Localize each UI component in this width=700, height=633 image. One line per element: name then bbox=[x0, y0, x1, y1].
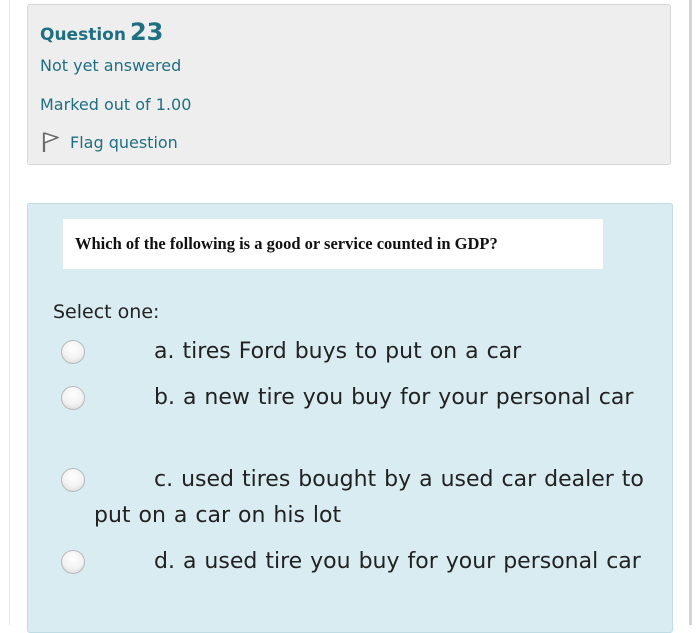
answer-option-b[interactable]: b. a new tire you buy for your personal … bbox=[58, 380, 648, 416]
answer-option-d[interactable]: d. a used tire you buy for your personal… bbox=[58, 544, 648, 580]
radio-unchecked-icon[interactable] bbox=[61, 550, 85, 574]
radio-unchecked-icon[interactable] bbox=[61, 468, 85, 492]
question-heading: Question 23 bbox=[40, 18, 163, 46]
question-info-panel: Question 23 Not yet answered Marked out o… bbox=[27, 4, 671, 165]
flag-question-label[interactable]: Flag question bbox=[70, 133, 178, 152]
question-text-box: Which of the following is a good or serv… bbox=[63, 219, 603, 269]
question-formulation: Which of the following is a good or serv… bbox=[27, 203, 673, 633]
answer-option-label[interactable]: d. a used tire you buy for your personal… bbox=[58, 544, 648, 580]
flag-question-button[interactable]: Flag question bbox=[40, 131, 178, 153]
page-scrollbar[interactable] bbox=[689, 0, 692, 625]
question-number: 23 bbox=[129, 18, 164, 46]
question-text: Which of the following is a good or serv… bbox=[75, 234, 498, 253]
question-label: Question bbox=[40, 25, 126, 45]
answer-option-label[interactable]: c. used tires bought by a used car deale… bbox=[58, 462, 648, 534]
answer-option-label[interactable]: a. tires Ford buys to put on a car bbox=[58, 334, 648, 370]
radio-unchecked-icon[interactable] bbox=[61, 340, 85, 364]
answer-option-label[interactable]: b. a new tire you buy for your personal … bbox=[58, 380, 648, 416]
question-grade: Marked out of 1.00 bbox=[40, 95, 192, 114]
answer-option-c[interactable]: c. used tires bought by a used car deale… bbox=[58, 462, 648, 534]
page-left-border bbox=[9, 0, 10, 625]
answer-option-a[interactable]: a. tires Ford buys to put on a car bbox=[58, 334, 648, 370]
flag-icon bbox=[42, 132, 59, 152]
question-state: Not yet answered bbox=[40, 56, 182, 75]
select-one-prompt: Select one: bbox=[53, 301, 160, 323]
radio-unchecked-icon[interactable] bbox=[61, 386, 85, 410]
